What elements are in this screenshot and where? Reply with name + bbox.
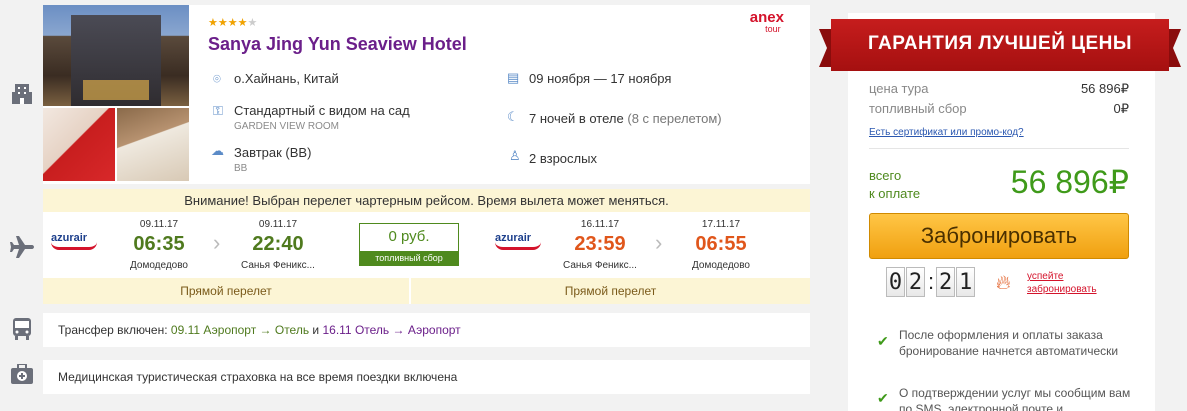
direct-flight-back: Прямой перелет [411, 278, 810, 304]
hotel-photo-room[interactable] [43, 108, 115, 181]
charter-warning: Внимание! Выбран перелет чартерным рейсо… [43, 189, 810, 212]
divider [869, 148, 1129, 149]
hotel-location: о.Хайнань, Китай [234, 71, 339, 86]
calendar-icon: ▤ [507, 70, 520, 85]
hotel-building-icon [0, 82, 44, 104]
outbound-departure: 09.11.17 06:35 Домодедово [130, 219, 188, 271]
hotel-stars: ★★★★★ [208, 17, 258, 29]
guests-count: 2 взрослых [529, 151, 597, 166]
hurry-book-link[interactable]: успейте забронировать [1027, 270, 1097, 296]
moon-icon: ☾ [507, 109, 519, 124]
outbound-arrival: 09.11.17 22:40 Санья Феникс... [241, 219, 315, 271]
return-arrival: 17.11.17 06:55 Домодедово [692, 219, 750, 271]
bus-icon [0, 318, 44, 340]
checkmark-icon: ✔ [877, 390, 889, 406]
hotel-name[interactable]: Sanya Jing Yun Seaview Hotel [208, 34, 467, 55]
book-button[interactable]: Забронировать [869, 213, 1129, 259]
return-departure: 16.11.17 23:59 Санья Феникс... [563, 219, 637, 271]
key-icon: ⚿ [213, 103, 223, 118]
medical-kit-icon [0, 364, 44, 384]
hotel-main-photo[interactable] [43, 5, 189, 106]
total-label: всего к оплате [869, 168, 921, 201]
hotel-card: ★★★★★ Sanya Jing Yun Seaview Hotel anex t… [43, 5, 810, 184]
meal-plan-sub: BB [234, 163, 248, 174]
booking-note: После оформления и оплаты заказа брониро… [899, 328, 1119, 358]
meal-plan: Завтрак (BB) BB [234, 145, 312, 174]
checkmark-icon: ✔ [877, 333, 889, 349]
operator-logo: anex tour [749, 9, 784, 34]
direct-flight-out: Прямой перелет [43, 278, 409, 304]
map-pin-icon: ⌾ [213, 71, 221, 86]
meal-cloche-icon: ☁ [211, 143, 224, 158]
countdown-timer: 02:21 [886, 267, 976, 297]
fire-icon: 🔥︎ [996, 272, 1011, 294]
person-icon: ♙ [509, 148, 521, 163]
fuel-surcharge-box: 0 руб. топливный сбор [359, 223, 459, 266]
flight-card: azurair 09.11.17 06:35 Домодедово › 09.11.… [43, 212, 810, 304]
chevron-right-icon: › [213, 230, 221, 255]
travel-dates: 09 ноября — 17 ноября [529, 71, 672, 86]
room-type: Стандартный с видом на сад GARDEN VIEW RO… [234, 103, 410, 132]
room-type-sub: GARDEN VIEW ROOM [234, 121, 340, 132]
promo-code-link[interactable]: Есть сертификат или промо-код? [869, 127, 1024, 138]
airline-logo-back: azurair [495, 232, 541, 250]
tour-price-row: цена тура 56 896₽ [869, 81, 1129, 96]
fuel-price-row: топливный сбор 0₽ [869, 101, 1129, 116]
insurance-row: Медицинская туристическая страховка на в… [43, 360, 810, 394]
nights-count: 7 ночей в отеле (8 с перелетом) [529, 111, 722, 126]
chevron-right-icon: › [655, 230, 663, 255]
transfer-row: Трансфер включен: 09.11 Аэропорт → Отель… [43, 313, 810, 347]
total-price: 56 896₽ [1010, 164, 1129, 200]
airline-logo-out: azurair [51, 232, 97, 250]
hotel-photo-bedroom[interactable] [117, 108, 189, 181]
best-price-ribbon: ГАРАНТИЯ ЛУЧШЕЙ ЦЕНЫ [819, 19, 1181, 77]
airplane-icon [0, 236, 44, 258]
confirmation-note: О подтверждении услуг мы сообщим вам по … [899, 386, 1131, 411]
